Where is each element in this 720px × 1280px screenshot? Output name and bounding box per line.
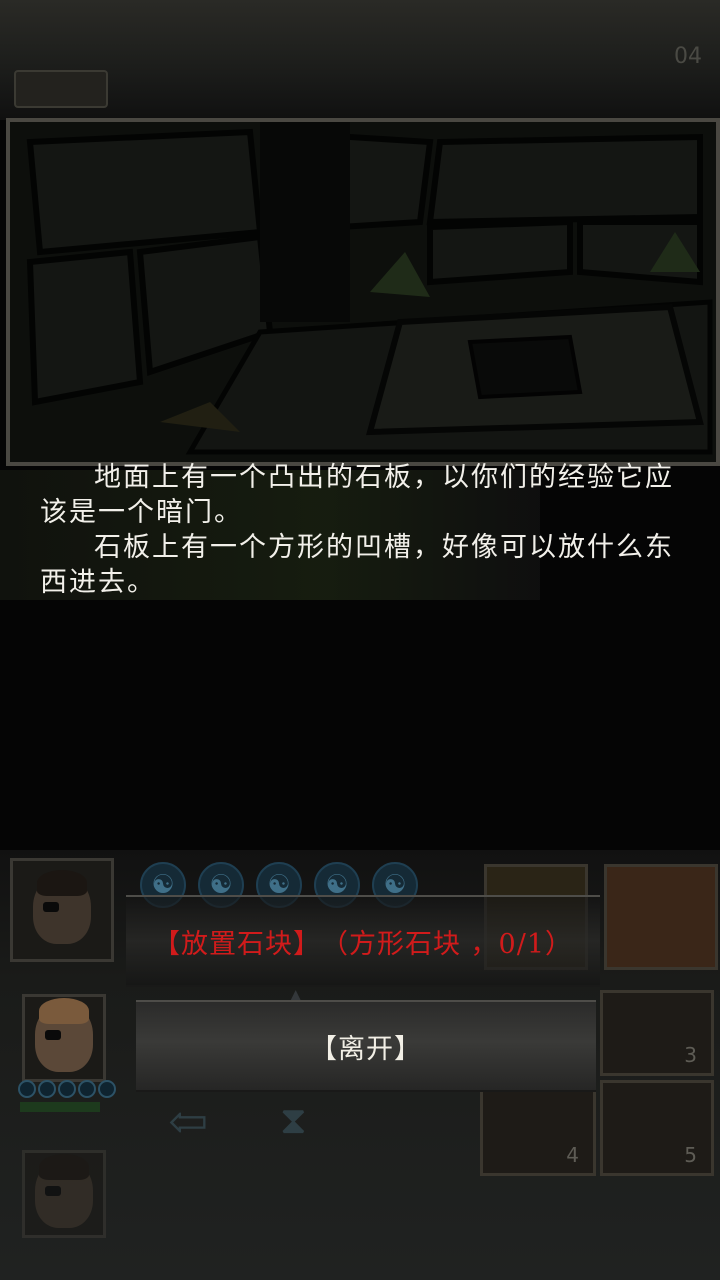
stone-floor-illustration: [10, 122, 716, 462]
event-description: 地面上有一个凸出的石板，以你们的经验它应该是一个暗门。 石板上有一个方形的凹槽，…: [40, 460, 684, 600]
item-slot-potion[interactable]: 4: [480, 1080, 596, 1176]
item-count: 5: [684, 1143, 697, 1167]
item-slot-crossbow[interactable]: 3: [600, 990, 714, 1076]
event-paragraph: 石板上有一个方形的凹槽，好像可以放什么东西进去。: [40, 532, 674, 598]
mana-orbs: [18, 1080, 116, 1098]
hp-bar: [20, 1102, 100, 1112]
event-panel: 地面上有一个凸出的石板，以你们的经验它应该是一个暗门。 石板上有一个方形的凹槽，…: [0, 0, 720, 850]
leave-label: 【离开】: [310, 1033, 422, 1065]
hero-portrait-eyepatch[interactable]: [10, 858, 114, 962]
skill-slot-weapon[interactable]: [604, 864, 718, 970]
hourglass-icon[interactable]: ⧗: [280, 1098, 307, 1143]
place-stone-requirement: （方形石块 ，0/1）: [320, 928, 574, 960]
event-paragraph: 地面上有一个凸出的石板，以你们的经验它应该是一个暗门。: [40, 462, 674, 528]
place-stone-label: 【放置石块】: [152, 928, 321, 960]
arrow-left-icon[interactable]: ⇦: [168, 1094, 208, 1150]
place-stone-button[interactable]: 【放置石块】 （方形石块 ，0/1）: [126, 895, 600, 987]
item-slot-scroll[interactable]: 5: [600, 1080, 714, 1176]
event-scene-image: [6, 118, 720, 466]
leave-button[interactable]: 【离开】: [136, 1000, 596, 1092]
item-count: 4: [566, 1143, 579, 1167]
hero-portrait-third[interactable]: [22, 1150, 106, 1238]
hero-portrait-girl[interactable]: [22, 994, 106, 1082]
item-count: 3: [684, 1043, 697, 1067]
